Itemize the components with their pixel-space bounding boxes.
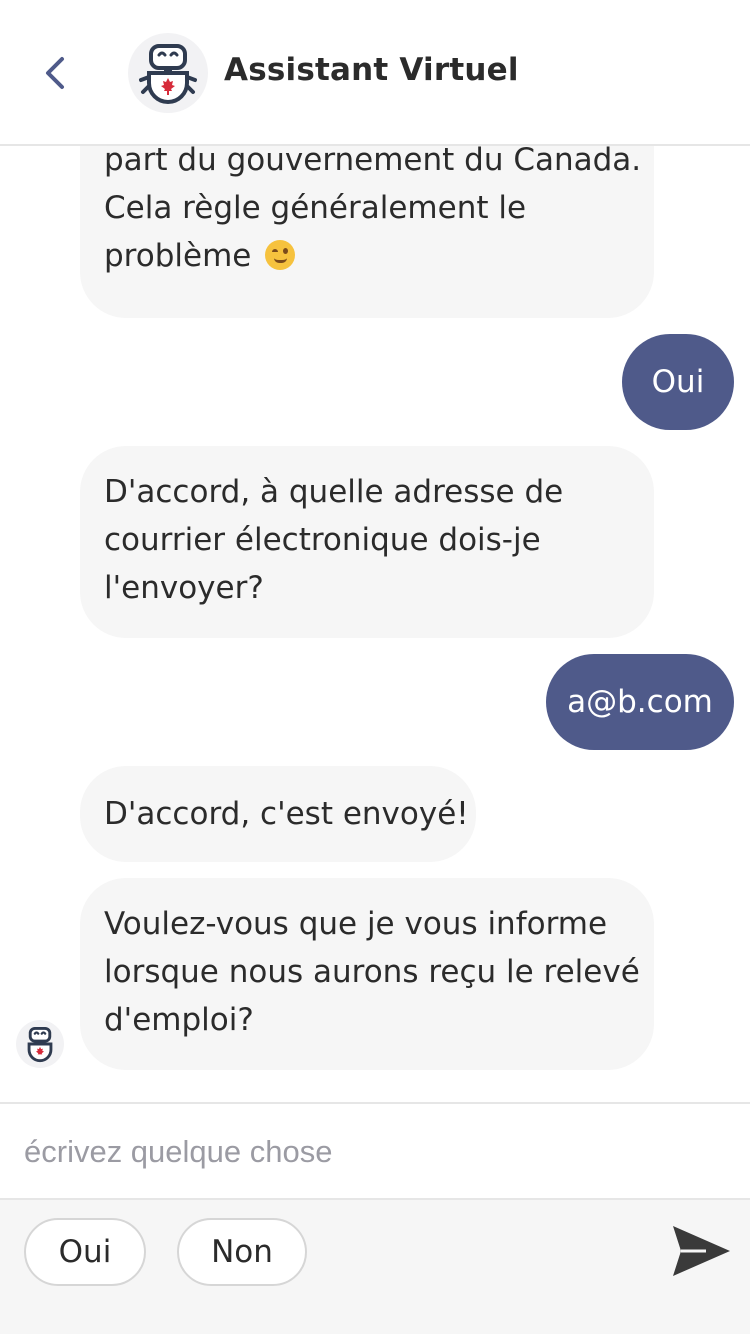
send-icon [673,1226,730,1276]
message-input[interactable] [0,1104,750,1200]
bot-message: Voulez-vous que je vous informe lorsque … [80,878,654,1070]
bot-avatar-small [16,1020,64,1068]
message-line: Cela règle généralement le [104,190,527,226]
bot-message: D'accord, à quelle adresse de courrier é… [80,446,654,638]
robot-maple-leaf-icon [27,1027,53,1063]
bot-message: D'accord, c'est envoyé! [80,766,476,862]
quick-reply-non-button[interactable]: Non [177,1218,307,1286]
message-line: D'accord, à quelle adresse de [104,474,564,510]
user-message: Oui [622,334,734,430]
quick-replies: Oui Non [0,1200,750,1334]
bot-message: part du gouvernement du Canada. Cela règ… [80,146,654,318]
bot-avatar [128,33,208,113]
message-line: lorsque nous aurons reçu le relevé [104,954,640,990]
message-line: l'envoyer? [104,570,264,606]
user-message: a@b.com [546,654,734,750]
message-line: d'emploi? [104,1002,254,1038]
message-line-wrap: problème [104,232,630,280]
send-button[interactable] [668,1218,734,1284]
back-button[interactable] [30,48,80,98]
message-line: Voulez-vous que je vous informe [104,906,608,942]
quick-reply-oui-button[interactable]: Oui [24,1218,146,1286]
robot-maple-leaf-icon [139,44,197,104]
message-line: problème [104,238,252,274]
message-list: part du gouvernement du Canada. Cela règ… [0,146,750,1102]
message-line: courrier électronique dois-je [104,522,541,558]
page-title: Assistant Virtuel [224,52,519,88]
message-line: D'accord, c'est envoyé! [104,796,469,832]
chevron-left-icon [46,57,64,89]
message-line: part du gouvernement du Canada. [104,146,642,178]
wink-emoji-icon [265,240,296,270]
composer [0,1102,750,1200]
chat-header: Assistant Virtuel [0,0,750,146]
